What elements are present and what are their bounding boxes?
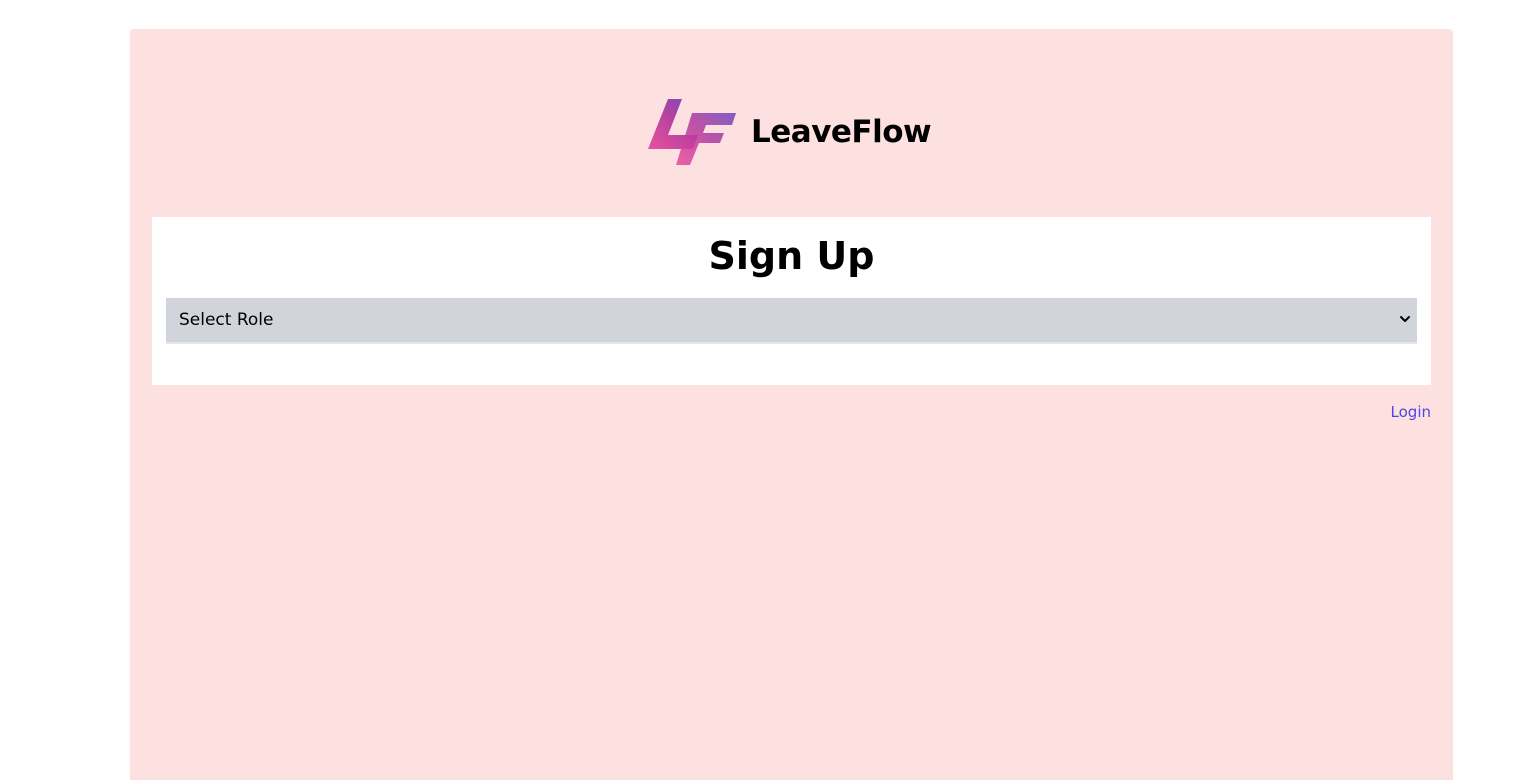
signup-card: Sign Up Select Role	[152, 217, 1431, 385]
login-link[interactable]: Login	[1391, 403, 1431, 421]
chevron-down-icon	[1400, 316, 1410, 322]
lf-logo-icon	[648, 99, 736, 165]
brand-name: LeaveFlow	[751, 114, 932, 150]
brand-header: LeaveFlow	[646, 97, 932, 167]
page-title: Sign Up	[708, 234, 875, 278]
role-select[interactable]: Select Role	[166, 298, 1417, 344]
signup-panel: LeaveFlow Sign Up Select Role Login	[130, 29, 1453, 780]
role-select-value: Select Role	[179, 310, 274, 330]
